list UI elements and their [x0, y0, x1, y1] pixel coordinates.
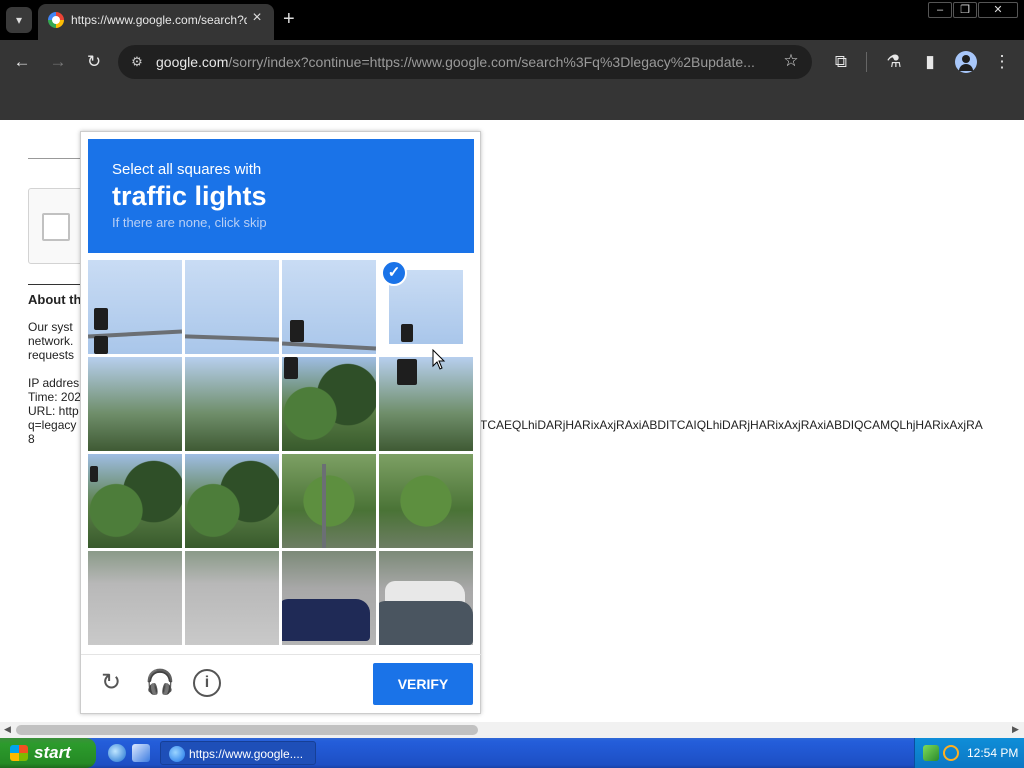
forward-icon[interactable]: →: [46, 50, 70, 74]
scrollbar-thumb[interactable]: [16, 725, 478, 735]
divider: [81, 654, 482, 655]
horizontal-scrollbar[interactable]: ◀ ▶: [0, 722, 1024, 738]
about-text: Our syst network. requests IP addres Tim…: [28, 320, 81, 446]
site-info-icon[interactable]: ⚙: [128, 53, 146, 71]
about-heading: About th: [28, 292, 82, 307]
taskbar: start https://www.google.... 12:54 PM: [0, 738, 1024, 768]
browser-toolbar: ← → ↻ ⚙ google.com/sorry/index?continue=…: [0, 40, 1024, 84]
network-icon[interactable]: [923, 745, 939, 761]
instruction-target: traffic lights: [112, 181, 267, 211]
grid-tile[interactable]: [282, 357, 376, 451]
grid-line: [88, 451, 474, 454]
bookmark-star-icon[interactable]: ☆: [780, 51, 802, 71]
quick-launch-icon[interactable]: [132, 744, 150, 762]
image-grid: [88, 260, 474, 646]
grid-tile[interactable]: [379, 454, 473, 548]
grid-tile[interactable]: [88, 454, 182, 548]
toolbar-divider: [866, 52, 867, 72]
divider: [28, 158, 88, 159]
url-continuation-text: TCAEQLhiDARjHARixAxjRAxiABDITCAIQLhiDARj…: [480, 418, 983, 432]
address-bar[interactable]: ⚙ google.com/sorry/index?continue=https:…: [118, 45, 812, 79]
side-panel-icon[interactable]: ▮: [918, 50, 942, 74]
info-icon[interactable]: i: [193, 669, 221, 697]
chevron-down-icon: ▾: [15, 13, 23, 27]
browser-tab[interactable]: https://www.google.com/search?q ×: [38, 4, 274, 40]
url-path: /sorry/index?continue=https://www.google…: [228, 54, 755, 70]
url-host: google.com: [156, 54, 229, 70]
reload-icon[interactable]: ↻: [97, 669, 125, 697]
tab-search-button[interactable]: ▾: [6, 7, 32, 33]
minimize-icon[interactable]: –: [928, 2, 952, 18]
grid-tile[interactable]: [185, 551, 279, 645]
grid-tile[interactable]: [282, 260, 376, 354]
restore-icon[interactable]: ❐: [953, 2, 977, 18]
challenge-header: Select all squares with traffic lights I…: [88, 139, 474, 253]
start-label: start: [34, 743, 71, 762]
clock: 12:54 PM: [967, 746, 1019, 760]
recaptcha-widget: [28, 188, 88, 264]
verify-button[interactable]: VERIFY: [373, 663, 473, 705]
windows-logo-icon: [10, 745, 28, 761]
screen: ▾ https://www.google.com/search?q × + – …: [0, 0, 1024, 768]
close-tab-icon[interactable]: ×: [249, 9, 265, 27]
mouse-cursor-icon: [432, 349, 446, 370]
taskbar-window-button[interactable]: https://www.google....: [160, 741, 316, 765]
menu-kebab-icon[interactable]: ⋮: [990, 50, 1014, 74]
bookmarks-bar: [0, 84, 1024, 120]
grid-tile[interactable]: [379, 551, 473, 645]
grid-tile[interactable]: [88, 551, 182, 645]
grid-tile[interactable]: [88, 357, 182, 451]
grid-tile[interactable]: [185, 357, 279, 451]
browser-icon: [169, 746, 185, 762]
grid-tile[interactable]: [185, 260, 279, 354]
grid-line: [88, 548, 474, 551]
checkmark-icon: ✓: [381, 260, 407, 286]
grid-tile[interactable]: [282, 454, 376, 548]
address-url[interactable]: google.com/sorry/index?continue=https://…: [156, 54, 776, 70]
profile-avatar-icon[interactable]: [955, 51, 977, 73]
instruction-line: Select all squares with: [112, 161, 262, 178]
tab-title: https://www.google.com/search?q: [71, 13, 247, 27]
tab-strip: ▾ https://www.google.com/search?q × + – …: [0, 0, 1024, 40]
back-icon[interactable]: ←: [10, 50, 34, 74]
recaptcha-checkbox[interactable]: [42, 213, 70, 241]
grid-tile[interactable]: [282, 551, 376, 645]
internet-explorer-icon[interactable]: [108, 744, 126, 762]
start-button[interactable]: start: [0, 738, 96, 768]
search-icon[interactable]: [943, 745, 959, 761]
taskbar-window-label: https://www.google....: [189, 747, 304, 761]
grid-tile[interactable]: [88, 260, 182, 354]
extensions-icon[interactable]: ⧉: [829, 50, 853, 74]
new-tab-icon[interactable]: +: [283, 7, 295, 31]
divider: [28, 284, 88, 285]
google-favicon-icon: [48, 12, 64, 28]
instruction-hint: If there are none, click skip: [112, 215, 267, 230]
grid-tile[interactable]: [379, 357, 473, 451]
grid-tile[interactable]: [185, 454, 279, 548]
close-window-icon[interactable]: ✕: [978, 2, 1018, 18]
headphones-icon[interactable]: 🎧: [145, 669, 175, 697]
system-tray: 12:54 PM: [914, 738, 1024, 768]
scroll-right-icon[interactable]: ▶: [1012, 724, 1019, 735]
recaptcha-challenge: Select all squares with traffic lights I…: [80, 131, 482, 714]
grid-line: [88, 354, 474, 357]
labs-flask-icon[interactable]: ⚗: [882, 50, 906, 74]
scroll-left-icon[interactable]: ◀: [4, 724, 11, 735]
reload-page-icon[interactable]: ↻: [82, 50, 106, 74]
